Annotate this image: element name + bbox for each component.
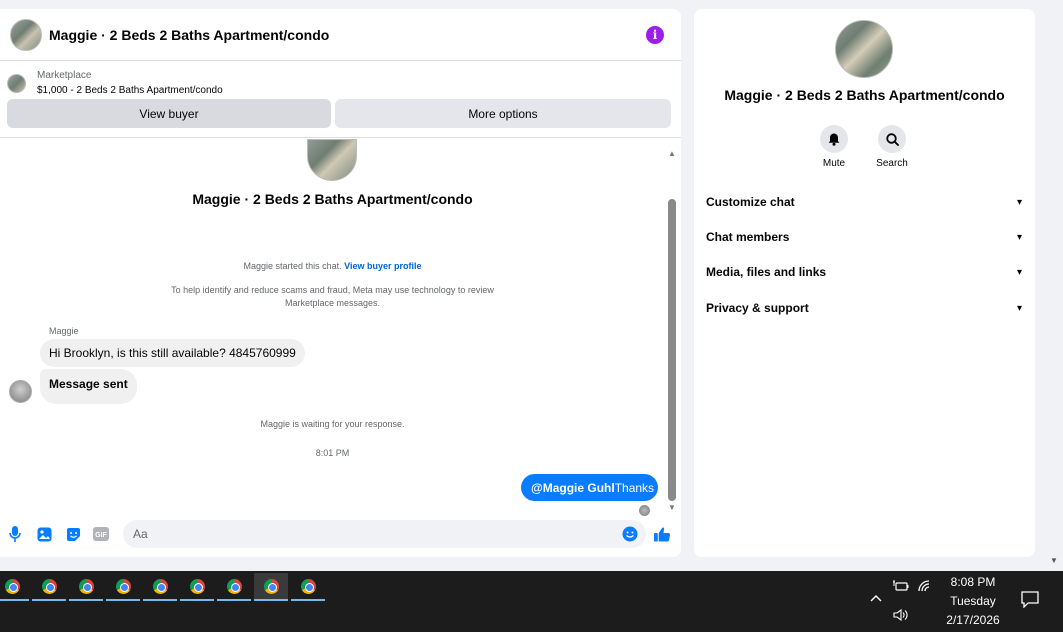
listing-title[interactable]: $1,000 - 2 Beds 2 Baths Apartment/condo: [37, 83, 223, 98]
chat-title[interactable]: Maggie · 2 Beds 2 Baths Apartment/condo: [49, 27, 329, 43]
section-label: Chat members: [706, 230, 790, 244]
gif-label: GIF: [95, 532, 107, 539]
safety-notice-line1: To help identify and reduce scams and fr…: [171, 285, 494, 295]
privacy-support-row[interactable]: Privacy & support ▾: [706, 298, 1022, 318]
mention[interactable]: @Maggie Guhl: [531, 481, 615, 495]
taskbar-chrome-icon[interactable]: [69, 573, 103, 601]
chat-avatar[interactable]: [10, 18, 42, 51]
incoming-message[interactable]: Message sent: [40, 369, 137, 404]
details-avatar[interactable]: [835, 20, 893, 78]
sender-avatar[interactable]: [9, 380, 32, 403]
chat-members-row[interactable]: Chat members ▾: [706, 227, 1022, 247]
taskbar-chrome-icon[interactable]: [106, 573, 140, 601]
marketplace-bar[interactable]: Marketplace $1,000 - 2 Beds 2 Baths Apar…: [0, 61, 681, 99]
taskbar: 8:08 PM Tuesday 2/17/2026: [0, 571, 1063, 632]
mute-button[interactable]: Mute: [814, 125, 854, 169]
scroll-up-icon[interactable]: ▲: [667, 149, 677, 159]
taskbar-chrome-icon[interactable]: [180, 573, 214, 601]
chat-header: Maggie · 2 Beds 2 Baths Apartment/condo …: [0, 9, 681, 61]
scroll-down-icon[interactable]: ▼: [667, 503, 677, 513]
conversation-avatar[interactable]: [307, 139, 357, 181]
volume-icon[interactable]: [893, 608, 909, 624]
conversation-title: Maggie · 2 Beds 2 Baths Apartment/condo: [192, 191, 473, 207]
view-buyer-profile-link[interactable]: View buyer profile: [344, 261, 421, 271]
taskbar-chrome-icon[interactable]: [291, 573, 325, 601]
taskbar-chrome-icon[interactable]: [32, 573, 66, 601]
seen-avatar-icon: [639, 505, 650, 516]
section-label: Customize chat: [706, 195, 795, 209]
clock-time: 8:08 PM: [950, 575, 996, 589]
microphone-icon[interactable]: [7, 526, 23, 542]
battery-icon[interactable]: [893, 580, 909, 595]
outgoing-message[interactable]: @Maggie Guhl Thanks: [521, 474, 658, 501]
media-files-links-row[interactable]: Media, files and links ▾: [706, 262, 1022, 282]
search-icon[interactable]: [878, 125, 906, 153]
safety-notice-line2: Marketplace messages.: [284, 298, 381, 308]
outgoing-message-text: Thanks: [614, 480, 655, 495]
chevron-down-icon: ▾: [1016, 196, 1022, 208]
chat-started-text: Maggie started this chat.: [243, 261, 342, 271]
composer: GIF: [0, 520, 681, 550]
thumbs-up-icon[interactable]: [654, 526, 670, 542]
message-input[interactable]: [123, 520, 646, 548]
chevron-down-icon: ▾: [1016, 231, 1022, 243]
customize-chat-row[interactable]: Customize chat ▾: [706, 192, 1022, 212]
page-scroll-down-icon[interactable]: ▼: [1050, 556, 1058, 565]
marketplace-label: Marketplace: [37, 70, 92, 81]
listing-thumbnail[interactable]: [7, 73, 26, 93]
taskbar-chrome-icon-active[interactable]: [254, 573, 288, 601]
taskbar-chrome-icon[interactable]: [217, 573, 251, 601]
gif-icon[interactable]: GIF: [93, 526, 109, 542]
sticker-icon[interactable]: [65, 526, 81, 542]
more-options-button[interactable]: More options: [335, 99, 671, 128]
sender-name: Maggie: [49, 326, 79, 336]
chat-started-notice: Maggie started this chat. View buyer pro…: [0, 260, 665, 273]
details-panel: Maggie · 2 Beds 2 Baths Apartment/condo …: [694, 9, 1035, 557]
bell-icon[interactable]: [820, 125, 848, 153]
message-scrollbar[interactable]: ▲ ▼: [667, 149, 677, 517]
message-timestamp: 8:01 PM: [315, 448, 350, 458]
chevron-up-icon[interactable]: [870, 591, 882, 605]
section-label: Privacy & support: [706, 301, 809, 315]
taskbar-chrome-icon[interactable]: [143, 573, 177, 601]
section-label: Media, files and links: [706, 265, 827, 279]
system-clock[interactable]: 8:08 PM Tuesday 2/17/2026: [930, 573, 1016, 630]
clock-date: 2/17/2026: [946, 613, 1000, 627]
chevron-down-icon: ▾: [1016, 302, 1022, 314]
scroll-thumb[interactable]: [668, 199, 676, 501]
mute-label: Mute: [822, 158, 846, 169]
safety-notice: To help identify and reduce scams and fr…: [0, 284, 665, 310]
view-buyer-button[interactable]: View buyer: [7, 99, 331, 128]
chat-panel: Maggie · 2 Beds 2 Baths Apartment/condo …: [0, 9, 681, 557]
action-buttons: View buyer More options: [0, 99, 681, 128]
notification-icon[interactable]: [1021, 591, 1039, 611]
photo-icon[interactable]: [36, 526, 52, 542]
search-button[interactable]: Search: [872, 125, 912, 169]
waiting-notice: Maggie is waiting for your response.: [260, 419, 405, 429]
message-list: Maggie · 2 Beds 2 Baths Apartment/condo …: [0, 138, 665, 518]
details-title: Maggie · 2 Beds 2 Baths Apartment/condo: [724, 87, 1005, 103]
emoji-icon[interactable]: [622, 526, 638, 542]
chevron-down-icon: ▾: [1016, 266, 1022, 278]
search-label: Search: [876, 158, 908, 169]
info-icon[interactable]: i: [646, 25, 664, 44]
incoming-message[interactable]: Hi Brooklyn, is this still available? 48…: [40, 339, 305, 367]
clock-day: Tuesday: [950, 594, 996, 608]
taskbar-chrome-icon[interactable]: [0, 573, 29, 601]
